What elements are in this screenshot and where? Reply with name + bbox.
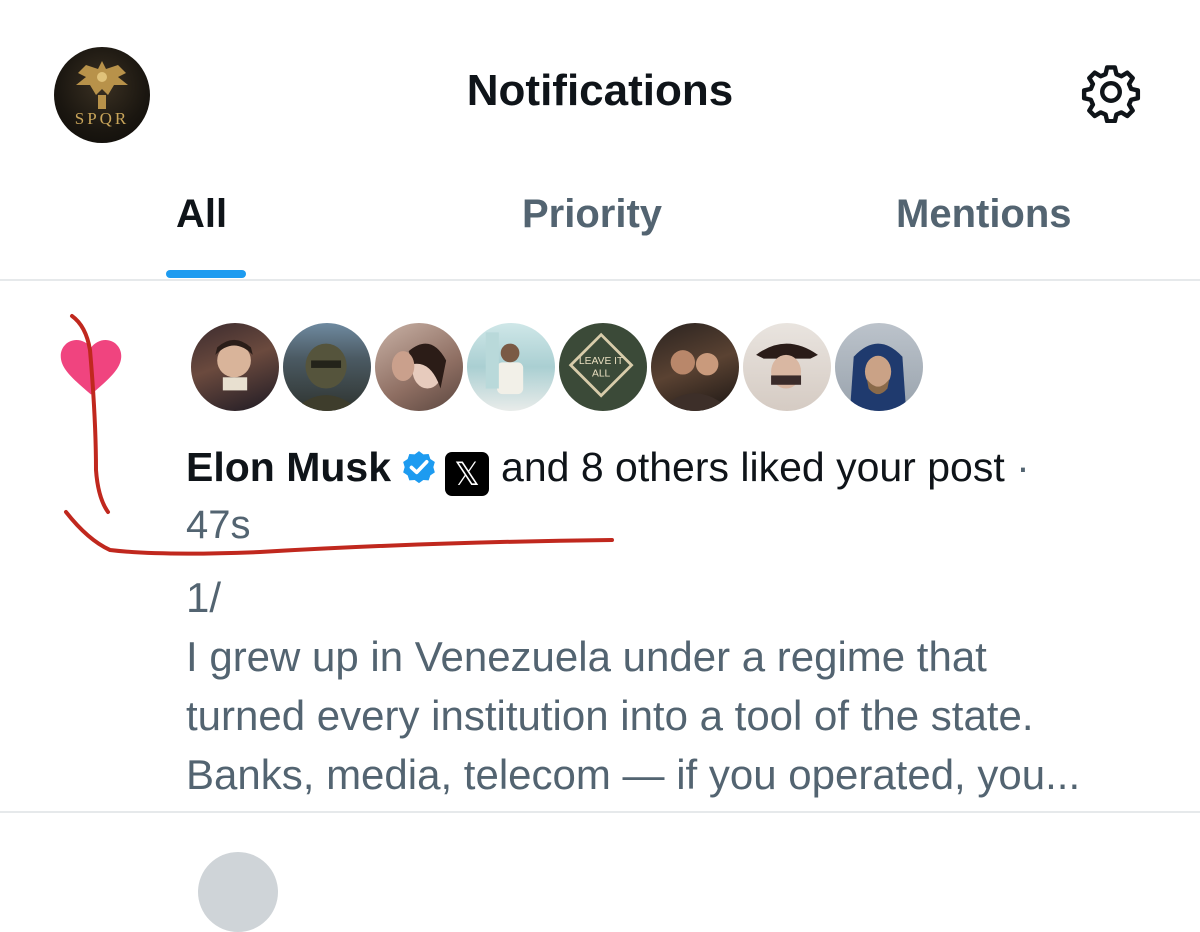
avatar-image bbox=[391, 343, 447, 389]
next-notification-avatar[interactable] bbox=[198, 852, 278, 932]
tab-all[interactable]: All bbox=[176, 192, 227, 237]
avatar-image bbox=[292, 343, 360, 411]
heart-icon bbox=[60, 340, 122, 395]
avatar-5-text-2: ALL bbox=[592, 368, 611, 379]
active-tab-indicator bbox=[166, 270, 246, 278]
verified-badge-icon bbox=[403, 451, 435, 484]
actor-name-link[interactable]: Elon Musk bbox=[186, 444, 391, 490]
avatar-image bbox=[756, 343, 818, 389]
liker-avatar-1[interactable] bbox=[188, 320, 282, 414]
action-text: and 8 others liked your post bbox=[501, 444, 1005, 490]
tab-priority[interactable]: Priority bbox=[522, 192, 662, 237]
notification-text: Elon Musk 𝕏and 8 others liked your post … bbox=[186, 444, 1030, 496]
liker-avatar-2[interactable] bbox=[280, 320, 374, 414]
liker-avatar-5[interactable]: LEAVE IT ALL bbox=[556, 320, 650, 414]
liker-avatar-6[interactable] bbox=[648, 320, 742, 414]
avatar-5-text-1: LEAVE IT bbox=[579, 356, 624, 367]
liker-avatar-4[interactable] bbox=[464, 320, 558, 414]
liker-avatar-3[interactable] bbox=[372, 320, 466, 414]
liker-avatar-8[interactable] bbox=[832, 320, 926, 414]
meta-separator: · bbox=[1016, 444, 1030, 490]
avatar-image: LEAVE IT ALL bbox=[568, 332, 634, 398]
avatar-image bbox=[658, 350, 732, 411]
tab-mentions[interactable]: Mentions bbox=[896, 192, 1072, 237]
post-preview[interactable]: 1/ I grew up in Venezuela under a regime… bbox=[186, 568, 1176, 804]
liker-avatar-7[interactable] bbox=[740, 320, 834, 414]
tabs-divider bbox=[0, 279, 1200, 281]
post-line: turned every institution into a tool of … bbox=[186, 692, 1034, 739]
timestamp: 47s bbox=[186, 503, 251, 547]
tab-bar: All Priority Mentions bbox=[0, 180, 1200, 280]
avatar-image bbox=[215, 339, 253, 391]
post-line: Banks, media, telecom — if you operated,… bbox=[186, 751, 1081, 798]
avatar-image bbox=[849, 343, 907, 411]
header: SPQR Notifications bbox=[0, 0, 1200, 180]
gear-icon[interactable] bbox=[1080, 61, 1142, 123]
post-line: 1/ bbox=[186, 574, 222, 621]
post-line: I grew up in Venezuela under a regime th… bbox=[186, 633, 987, 680]
page-title: Notifications bbox=[466, 66, 734, 115]
avatar-image bbox=[485, 332, 524, 395]
notification-divider bbox=[0, 811, 1200, 813]
x-affiliate-badge: 𝕏 bbox=[445, 452, 490, 496]
